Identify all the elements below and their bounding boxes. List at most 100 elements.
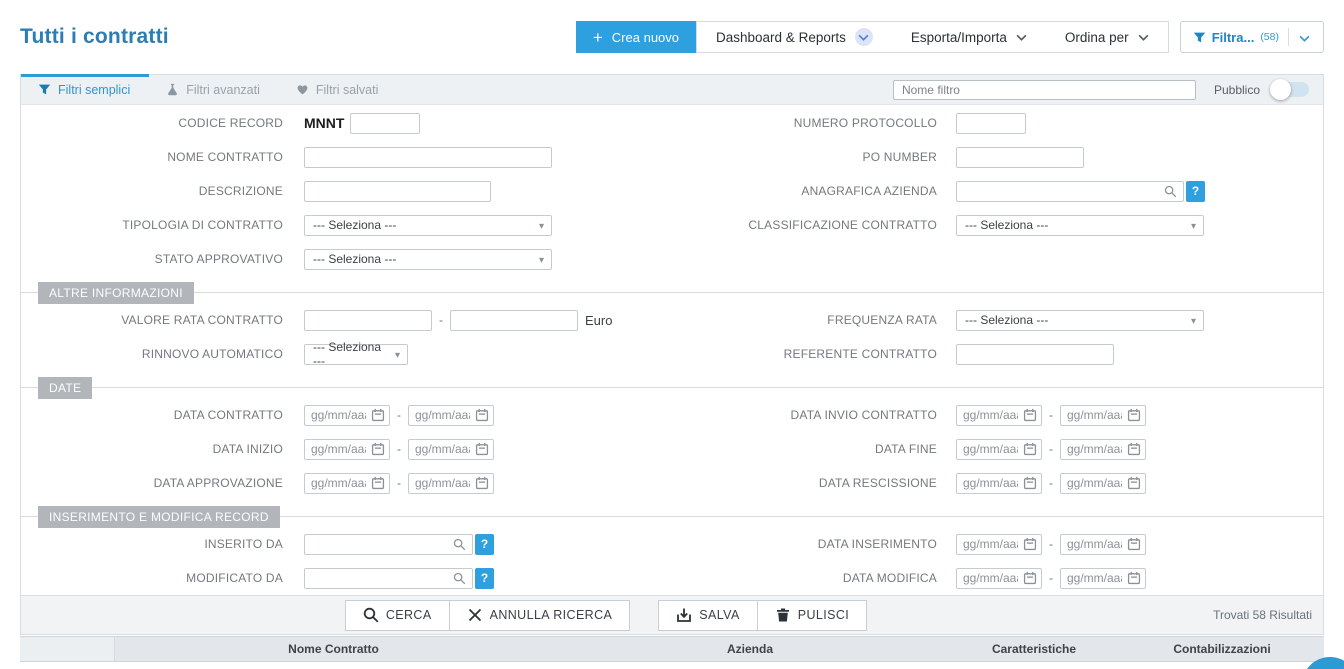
- nome-contratto-input[interactable]: [304, 147, 552, 168]
- dashboard-reports-menu[interactable]: Dashboard & Reports: [697, 22, 892, 52]
- inserito-da-help-button[interactable]: ?: [475, 534, 494, 555]
- chevron-down-icon: [1299, 35, 1310, 42]
- table-header-select-column: [20, 637, 115, 661]
- date-range-from: [304, 473, 390, 494]
- stato-approvativo-select[interactable]: --- Seleziona --- ▾: [304, 249, 552, 270]
- frequenza-rata-select[interactable]: --- Seleziona --- ▾: [956, 310, 1204, 331]
- data-inserimento-da-input[interactable]: [956, 534, 1042, 555]
- chevron-down-icon: [1138, 34, 1149, 41]
- numero-protocollo-input[interactable]: [956, 113, 1026, 134]
- po-number-label: PO NUMBER: [693, 150, 937, 164]
- filter-name-input[interactable]: [893, 80, 1196, 100]
- descrizione-input[interactable]: [304, 181, 491, 202]
- results-count: Trovati 58 Risultati: [1213, 608, 1312, 622]
- valore-rata-max-input[interactable]: [450, 310, 578, 331]
- date-range-to: [408, 439, 494, 460]
- date-range-from: [956, 534, 1042, 555]
- form-row: DATA INIZIO - DATA FINE: [21, 432, 1323, 466]
- stato-approvativo-label: STATO APPROVATIVO: [21, 252, 283, 266]
- data-contratto-a-input[interactable]: [408, 405, 494, 426]
- chevron-down-icon: [1016, 34, 1027, 41]
- section-altre-informazioni: ALTRE INFORMAZIONI: [21, 292, 1323, 293]
- data-approvazione-a-input[interactable]: [408, 473, 494, 494]
- table-header-azienda[interactable]: Azienda: [552, 642, 948, 656]
- referente-contratto-input[interactable]: [956, 344, 1114, 365]
- form-row: DATA CONTRATTO - DATA INVIO CONTRATTO: [21, 398, 1323, 432]
- date-range-to: [1060, 439, 1146, 460]
- form-footer: CERCA ANNULLA RICERCA SALVA PULISCI: [21, 595, 1323, 634]
- date-range-from: [956, 473, 1042, 494]
- anagrafica-azienda-input[interactable]: [956, 181, 1184, 202]
- toolbar: + Crea nuovo Dashboard & Reports Esporta…: [576, 21, 1324, 53]
- data-inizio-da-input[interactable]: [304, 439, 390, 460]
- chevron-down-icon: [858, 34, 869, 41]
- filter-button[interactable]: Filtra... (58): [1184, 30, 1288, 45]
- inserito-da-label: INSERITO DA: [21, 537, 283, 551]
- create-new-button[interactable]: + Crea nuovo: [576, 21, 696, 53]
- pulisci-button[interactable]: PULISCI: [757, 600, 867, 631]
- data-fine-da-input[interactable]: [956, 439, 1042, 460]
- data-inserimento-a-input[interactable]: [1060, 534, 1146, 555]
- tab-label: Filtri avanzati: [186, 83, 260, 97]
- table-header-caratteristiche[interactable]: Caratteristiche: [948, 642, 1120, 656]
- sort-by-label: Ordina per: [1065, 30, 1129, 45]
- codice-record-label: CODICE RECORD: [21, 116, 283, 130]
- modificato-da-input[interactable]: [304, 568, 473, 589]
- date-range-to: [1060, 568, 1146, 589]
- cerca-button[interactable]: CERCA: [345, 600, 450, 631]
- filter-form: CODICE RECORD MNNT NUMERO PROTOCOLLO NOM…: [21, 105, 1323, 595]
- data-inizio-a-input[interactable]: [408, 439, 494, 460]
- form-row: MODIFICATO DA ? DATA MODIFICA -: [21, 561, 1323, 595]
- select-value: --- Seleziona ---: [313, 252, 396, 266]
- tab-filtri-avanzati[interactable]: Filtri avanzati: [149, 75, 279, 104]
- public-toggle[interactable]: [1273, 79, 1309, 100]
- data-rescissione-a-input[interactable]: [1060, 473, 1146, 494]
- tab-filtri-salvati[interactable]: Filtri salvati: [279, 75, 398, 104]
- data-rescissione-da-input[interactable]: [956, 473, 1042, 494]
- po-number-input[interactable]: [956, 147, 1084, 168]
- valore-rata-min-input[interactable]: [304, 310, 432, 331]
- classificazione-contratto-select[interactable]: --- Seleziona --- ▾: [956, 215, 1204, 236]
- filter-expand-button[interactable]: [1289, 30, 1320, 45]
- tipologia-contratto-select[interactable]: --- Seleziona --- ▾: [304, 215, 552, 236]
- data-invio-a-input[interactable]: [1060, 405, 1146, 426]
- annulla-ricerca-button[interactable]: ANNULLA RICERCA: [449, 600, 631, 631]
- contracts-page: Tutti i contratti + Crea nuovo Dashboard…: [0, 0, 1344, 669]
- tab-label: Filtri salvati: [316, 83, 379, 97]
- range-dash: -: [397, 476, 401, 490]
- data-fine-a-input[interactable]: [1060, 439, 1146, 460]
- chevron-circle: [855, 28, 873, 46]
- modificato-da-help-button[interactable]: ?: [475, 568, 494, 589]
- salva-button[interactable]: SALVA: [658, 600, 757, 631]
- valore-rata-label: VALORE RATA CONTRATTO: [21, 313, 283, 327]
- anagrafica-help-button[interactable]: ?: [1186, 181, 1205, 202]
- table-header-nome-contratto[interactable]: Nome Contratto: [115, 642, 552, 656]
- caret-down-icon: ▾: [539, 253, 544, 268]
- range-dash: -: [397, 408, 401, 422]
- export-import-menu[interactable]: Esporta/Importa: [892, 22, 1046, 52]
- search-button-group: CERCA ANNULLA RICERCA: [345, 600, 630, 631]
- frequenza-rata-label: FREQUENZA RATA: [693, 313, 937, 327]
- modificato-da-field: [304, 568, 473, 589]
- save-button-group: SALVA PULISCI: [658, 600, 867, 631]
- tab-filtri-semplici[interactable]: Filtri semplici: [21, 75, 149, 104]
- inserito-da-input[interactable]: [304, 534, 473, 555]
- date-range-to: [408, 473, 494, 494]
- tab-label: Filtri semplici: [58, 83, 130, 97]
- rinnovo-automatico-select[interactable]: --- Seleziona --- ▾: [304, 344, 408, 365]
- data-rescissione-label: DATA RESCISSIONE: [693, 476, 937, 490]
- range-dash: -: [1049, 537, 1053, 551]
- data-modifica-a-input[interactable]: [1060, 568, 1146, 589]
- data-contratto-da-input[interactable]: [304, 405, 390, 426]
- range-dash: -: [1049, 571, 1053, 585]
- form-row: DESCRIZIONE ANAGRAFICA AZIENDA ?: [21, 174, 1323, 208]
- data-invio-da-input[interactable]: [956, 405, 1042, 426]
- table-header-contabilizzazioni[interactable]: Contabilizzazioni: [1120, 642, 1324, 656]
- data-modifica-da-input[interactable]: [956, 568, 1042, 589]
- data-approvazione-da-input[interactable]: [304, 473, 390, 494]
- date-range-to: [1060, 534, 1146, 555]
- sort-by-menu[interactable]: Ordina per: [1046, 22, 1168, 52]
- top-bar: Tutti i contratti + Crea nuovo Dashboard…: [0, 0, 1344, 74]
- codice-record-input[interactable]: [350, 113, 420, 134]
- filter-tabbar: Filtri semplici Filtri avanzati Filtri s…: [21, 74, 1323, 105]
